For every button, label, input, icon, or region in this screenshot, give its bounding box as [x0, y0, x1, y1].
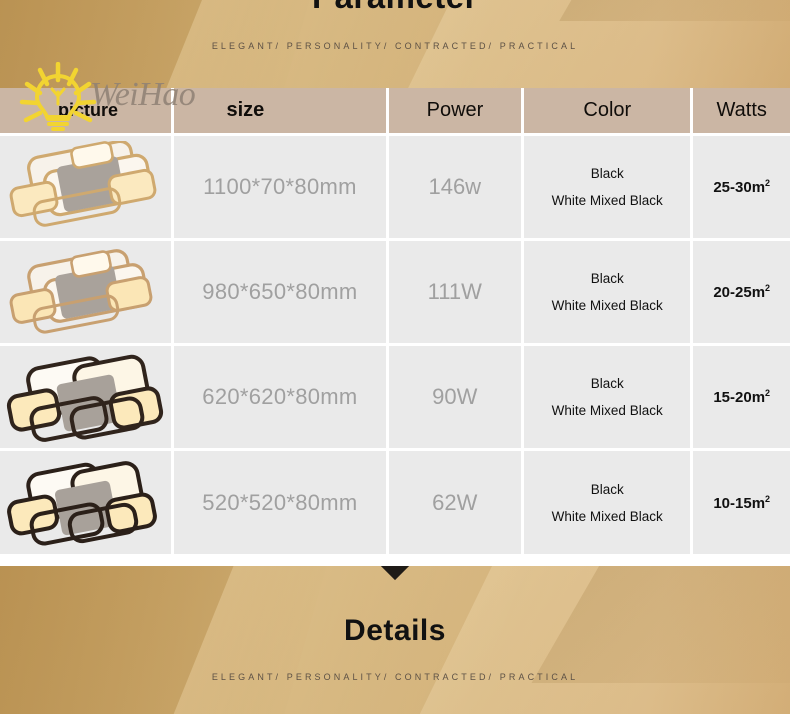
- color-cell: Black White Mixed Black: [524, 451, 691, 554]
- watts-superscript: 2: [765, 493, 771, 504]
- watts-value: 15-20m: [713, 389, 766, 406]
- column-header-watts: Watts: [693, 88, 790, 133]
- column-header-power: Power: [388, 88, 522, 133]
- power-value: 90W: [432, 384, 478, 409]
- product-image-cell: [0, 136, 172, 238]
- color-value-line2: White Mixed Black: [551, 403, 663, 418]
- size-cell: 980*650*80mm: [174, 241, 386, 343]
- top-banner-tagline: ELEGANT/ PERSONALITY/ CONTRACTED/ PRACTI…: [211, 41, 579, 51]
- size-value: 520*520*80mm: [202, 489, 358, 515]
- table-header-row: picture size Power Color Watts: [0, 88, 790, 133]
- square-led-ceiling-lamp-black-icon: [6, 351, 166, 443]
- page-title: Parameter: [0, 0, 790, 16]
- details-title: Details: [344, 614, 446, 647]
- watts-cell: 25-30m2: [693, 136, 790, 238]
- product-image-cell: [0, 451, 172, 554]
- watts-superscript: 2: [765, 283, 771, 293]
- power-value: 62W: [432, 489, 478, 515]
- size-value: 1100*70*80mm: [203, 174, 357, 199]
- color-value-line2: White Mixed Black: [551, 298, 663, 313]
- watts-superscript: 2: [765, 388, 771, 398]
- watts-value: 20-25m: [713, 284, 766, 301]
- column-header-size: size: [174, 88, 386, 133]
- power-cell: 62W: [388, 451, 522, 554]
- rectangular-led-ceiling-lamp-gold-icon: [6, 246, 166, 338]
- rectangular-led-ceiling-lamp-gold-icon: [6, 141, 166, 233]
- color-value-line1: Black: [590, 481, 624, 497]
- square-led-ceiling-lamp-black-icon: [6, 457, 166, 549]
- color-cell: Black White Mixed Black: [524, 136, 691, 238]
- table-row: 980*650*80mm 111W Black White Mixed Blac…: [0, 241, 790, 343]
- size-value: 980*650*80mm: [202, 279, 358, 304]
- color-value-line1: Black: [590, 271, 624, 286]
- table-row: 520*520*80mm 62W Black White Mixed Black…: [0, 451, 790, 554]
- power-value: 111W: [427, 279, 482, 304]
- watts-cell: 20-25m2: [693, 241, 790, 343]
- watts-cell: 10-15m2: [693, 451, 790, 554]
- column-header-picture: picture: [0, 88, 172, 133]
- product-image-cell: [0, 346, 172, 448]
- table-row: 1100*70*80mm 146w Black White Mixed Blac…: [0, 136, 790, 238]
- size-cell: 620*620*80mm: [174, 346, 386, 448]
- power-cell: 111W: [388, 241, 522, 343]
- size-value: 620*620*80mm: [202, 384, 358, 409]
- parameter-table: picture size Power Color Watts 1100*70*8…: [0, 88, 790, 566]
- color-cell: Black White Mixed Black: [524, 346, 691, 448]
- power-cell: 146w: [388, 136, 522, 238]
- column-header-color: Color: [524, 88, 691, 133]
- color-value-line2: White Mixed Black: [551, 193, 663, 208]
- size-cell: 1100*70*80mm: [174, 136, 386, 238]
- table-row: 620*620*80mm 90W Black White Mixed Black…: [0, 346, 790, 448]
- product-image-cell: [0, 241, 172, 343]
- power-cell: 90W: [388, 346, 522, 448]
- top-banner: Parameter ELEGANT/ PERSONALITY/ CONTRACT…: [0, 0, 790, 88]
- color-cell: Black White Mixed Black: [524, 241, 691, 343]
- diamond-icon: [380, 566, 410, 581]
- bottom-banner: Details ELEGANT/ PERSONALITY/ CONTRACTED…: [0, 566, 790, 714]
- size-cell: 520*520*80mm: [174, 451, 386, 554]
- bottom-banner-tagline: ELEGANT/ PERSONALITY/ CONTRACTED/ PRACTI…: [211, 672, 579, 682]
- watts-cell: 15-20m2: [693, 346, 790, 448]
- watts-superscript: 2: [765, 178, 771, 188]
- watts-value: 10-15m: [713, 494, 766, 512]
- watts-value: 25-30m: [713, 179, 766, 196]
- color-value-line2: White Mixed Black: [551, 508, 663, 524]
- color-value-line1: Black: [590, 166, 624, 181]
- power-value: 146w: [428, 174, 482, 199]
- color-value-line1: Black: [590, 376, 624, 391]
